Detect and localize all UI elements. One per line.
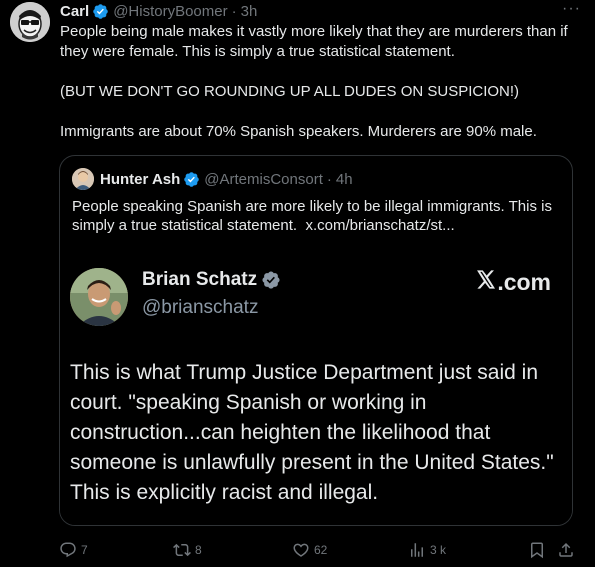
share-icon (557, 541, 575, 559)
x-logo: .com (476, 268, 551, 296)
reply-button[interactable]: 7 (59, 540, 88, 560)
media-author-avatar (70, 268, 128, 326)
views-count: 3 k (430, 543, 447, 557)
x-logo-text: .com (497, 268, 551, 295)
share-button[interactable] (557, 540, 575, 560)
quoted-link[interactable]: x.com/brianschatz/st... (305, 217, 454, 234)
repost-count: 8 (195, 543, 202, 557)
quoted-time: 4h (335, 170, 353, 188)
repost-button[interactable]: 8 (173, 540, 202, 560)
post[interactable]: Carl @HistoryBoomer · 3h ··· People bein… (0, 0, 595, 567)
post-header: Carl @HistoryBoomer · 3h (60, 1, 257, 21)
more-options-icon[interactable]: ··· (562, 0, 581, 18)
media-quote-text: This is what Trump Justice Department ju… (70, 361, 554, 504)
quoted-author-name: Hunter Ash (100, 170, 181, 188)
post-paragraph: (BUT WE DON'T GO ROUNDING UP ALL DUDES O… (60, 83, 520, 100)
quoted-text: People speaking Spanish are more likely … (72, 197, 562, 235)
reply-icon (59, 541, 77, 559)
author-handle[interactable]: @HistoryBoomer (113, 3, 227, 20)
action-bar: 7 8 62 3 k (59, 540, 579, 562)
quoted-post[interactable]: Hunter Ash @ArtemisConsort · 4h People s… (59, 155, 573, 526)
quoted-media-image[interactable]: Brian Schatz @brianschatz .com This is w… (60, 251, 572, 525)
quoted-author-handle: @ArtemisConsort (204, 170, 323, 188)
verified-badge-icon (261, 270, 281, 290)
separator: · (326, 170, 332, 188)
x-logo-icon (476, 268, 496, 296)
post-paragraph: People being male makes it vastly more l… (60, 23, 568, 60)
verified-badge-icon (183, 171, 200, 188)
media-author-handle: @brianschatz (142, 297, 259, 318)
views-icon (408, 541, 426, 559)
like-count: 62 (314, 543, 328, 557)
bookmark-icon (528, 541, 546, 559)
like-button[interactable]: 62 (292, 540, 327, 560)
media-author-name-text: Brian Schatz (142, 269, 258, 290)
author-avatar[interactable] (10, 2, 50, 42)
post-paragraph: Immigrants are about 70% Spanish speaker… (60, 123, 537, 140)
quoted-author-avatar (72, 168, 94, 190)
post-time[interactable]: 3h (241, 3, 258, 20)
media-author-name: Brian Schatz (142, 269, 281, 291)
heart-icon (292, 541, 310, 559)
separator: · (231, 2, 237, 20)
verified-badge-icon (92, 3, 109, 20)
views-button[interactable]: 3 k (408, 540, 446, 560)
repost-icon (173, 541, 191, 559)
reply-count: 7 (81, 543, 88, 557)
bookmark-button[interactable] (528, 540, 546, 560)
author-name[interactable]: Carl (60, 3, 89, 20)
quoted-header: Hunter Ash @ArtemisConsort · 4h (100, 169, 353, 189)
